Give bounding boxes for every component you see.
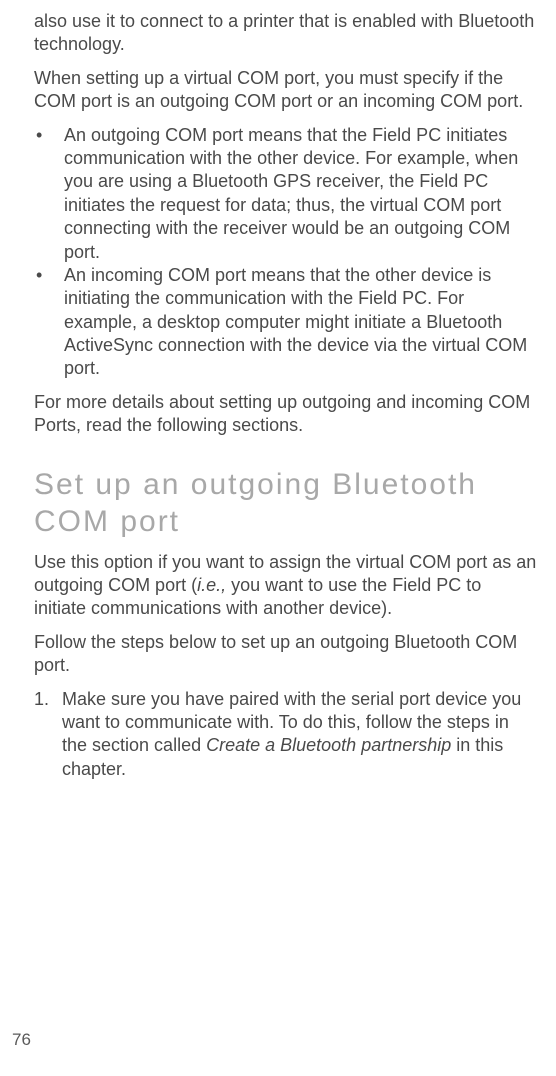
section-paragraph-1: Use this option if you want to assign th… (34, 551, 538, 621)
bullet-list: • An outgoing COM port means that the Fi… (34, 124, 538, 381)
bullet-text: An incoming COM port means that the othe… (64, 264, 538, 381)
intro-paragraph-1: also use it to connect to a printer that… (34, 10, 538, 57)
page-number: 76 (12, 1030, 31, 1050)
page-content: also use it to connect to a printer that… (0, 10, 556, 781)
bullet-dot-icon: • (34, 264, 64, 381)
section-heading: Set up an outgoing Bluetooth COM port (34, 466, 538, 541)
list-item: • An outgoing COM port means that the Fi… (34, 124, 538, 264)
list-item: 1. Make sure you have paired with the se… (34, 688, 538, 782)
step-text: Make sure you have paired with the seria… (62, 688, 538, 782)
bullet-text: An outgoing COM port means that the Fiel… (64, 124, 538, 264)
italic-text: i.e., (197, 575, 226, 595)
intro-paragraph-2: When setting up a virtual COM port, you … (34, 67, 538, 114)
after-bullets-paragraph: For more details about setting up outgoi… (34, 391, 538, 438)
step-number: 1. (34, 688, 62, 782)
italic-text: Create a Bluetooth partnership (206, 735, 451, 755)
numbered-list: 1. Make sure you have paired with the se… (34, 688, 538, 782)
section-paragraph-2: Follow the steps below to set up an outg… (34, 631, 538, 678)
list-item: • An incoming COM port means that the ot… (34, 264, 538, 381)
bullet-dot-icon: • (34, 124, 64, 264)
